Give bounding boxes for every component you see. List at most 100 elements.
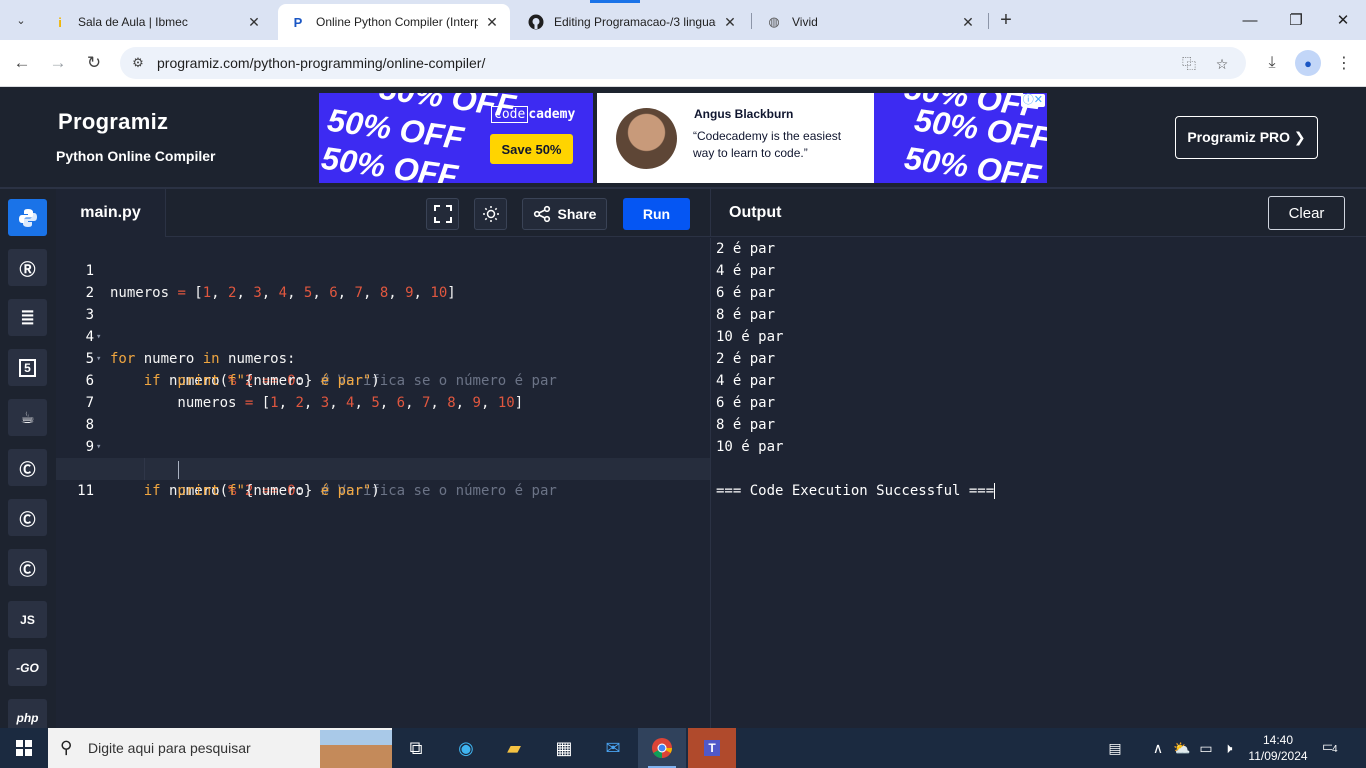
output-console[interactable]: 2 é par 4 é par 6 é par 8 é par 10 é par…	[710, 238, 1366, 728]
code-line-current[interactable]: 11	[56, 458, 710, 499]
output-line: 2 é par	[716, 351, 776, 367]
code-line[interactable]: 4 ▾ if numero % 2 == 0: # Verifica se o …	[56, 304, 710, 389]
mail-icon[interactable]: ✉	[589, 728, 637, 768]
fullscreen-icon[interactable]	[426, 198, 459, 230]
restore-button[interactable]: ❐	[1273, 0, 1319, 40]
testimonial-name: Angus Blackburn	[694, 107, 794, 121]
close-icon[interactable]: ✕	[960, 14, 976, 31]
go-icon[interactable]: -GO	[8, 649, 47, 686]
code-line[interactable]: 2	[56, 260, 710, 301]
code-line[interactable]: 8 ▾ for numero in numeros:	[56, 392, 710, 477]
output-header: Output Clear	[710, 189, 1366, 237]
bookmark-star-icon[interactable]: ☆	[1211, 53, 1233, 75]
url-text[interactable]: programiz.com/python-programming/online-…	[157, 55, 485, 71]
menu-kebab-icon[interactable]: ⋮	[1331, 50, 1357, 76]
theme-toggle-icon[interactable]	[474, 198, 507, 230]
share-icon	[533, 205, 550, 223]
clear-button[interactable]: Clear	[1268, 196, 1345, 230]
taskbar-search[interactable]: ⚲ Digite aqui para pesquisar	[48, 728, 392, 768]
translate-icon[interactable]: ⿻	[1178, 53, 1200, 75]
onedrive-icon[interactable]: ⛅	[1172, 728, 1192, 768]
javascript-icon[interactable]: JS	[8, 601, 47, 638]
c-icon[interactable]: Ⓒ	[8, 449, 47, 486]
r-icon[interactable]: Ⓡ	[8, 249, 47, 286]
download-icon[interactable]: ⤓	[1259, 50, 1285, 76]
code-line[interactable]: 6 numeros = [1, 2, 3, 4, 5, 6, 7, 8, 9, …	[56, 348, 710, 411]
profile-avatar[interactable]: ●	[1295, 50, 1321, 76]
ad-banner-right[interactable]: 50% OFF 50% OFF 50% OFF ⓘ✕	[874, 93, 1047, 183]
search-highlight-image	[320, 730, 392, 768]
code-line[interactable]: 1 numeros = [1, 2, 3, 4, 5, 6, 7, 8, 9, …	[56, 238, 710, 301]
network-icon[interactable]: ▭	[1196, 728, 1216, 768]
tab-sala-de-aula[interactable]: i Sala de Aula | Ibmec ✕	[40, 4, 272, 40]
testimonial-quote: “Codecademy is the easiest way to learn …	[693, 129, 842, 160]
ad-choices-close-icon[interactable]: ⓘ✕	[1020, 94, 1045, 107]
cpp-icon[interactable]: Ⓒ	[8, 499, 47, 536]
close-icon[interactable]: ✕	[246, 14, 262, 31]
output-line: 10 é par	[716, 439, 784, 455]
code-line[interactable]: 3 ▾ for numero in numeros:	[56, 282, 710, 367]
language-sidebar: Ⓡ ≣ 5 ☕ Ⓒ Ⓒ Ⓒ JS -GO php	[0, 189, 56, 736]
run-button[interactable]: Run	[623, 198, 690, 230]
teams-icon[interactable]: T	[688, 728, 736, 768]
code-editor[interactable]: 1 numeros = [1, 2, 3, 4, 5, 6, 7, 8, 9, …	[56, 238, 710, 728]
tab-separator	[751, 13, 752, 29]
java-icon[interactable]: ☕	[8, 399, 47, 436]
site-info-icon[interactable]: ⚙	[128, 53, 148, 73]
ad-save-button[interactable]: Save 50%	[490, 134, 573, 164]
code-line[interactable]: 7	[56, 370, 710, 411]
ibmec-icon: i	[58, 14, 62, 30]
tab-group-indicator	[590, 0, 640, 3]
notification-count: 4	[1332, 744, 1338, 755]
volume-muted-icon[interactable]: 🕨	[1218, 728, 1238, 768]
search-icon: ⚲	[60, 738, 73, 757]
reload-button[interactable]: ↻	[79, 48, 109, 78]
file-explorer-icon[interactable]: ▰	[490, 728, 538, 768]
share-button[interactable]: Share	[522, 198, 607, 230]
programiz-pro-button[interactable]: Programiz PRO ❯	[1175, 116, 1318, 159]
start-button[interactable]	[0, 728, 48, 768]
microsoft-store-icon[interactable]: ▦	[540, 728, 588, 768]
file-tab-main-py[interactable]: main.py	[56, 189, 166, 237]
python-icon[interactable]	[8, 199, 47, 236]
sql-icon[interactable]: ≣	[8, 299, 47, 336]
task-view-icon[interactable]: ⧉	[392, 728, 440, 768]
html5-icon[interactable]: 5	[8, 349, 47, 386]
programiz-logo[interactable]: Programiz	[58, 109, 168, 135]
system-clock[interactable]: 14:40 11/09/2024	[1238, 732, 1318, 764]
back-button[interactable]: ←	[7, 48, 37, 78]
windows-taskbar: ⚲ Digite aqui para pesquisar ⧉ ◉ ▰ ▦ ✉ T…	[0, 728, 1366, 768]
ad-banner-left[interactable]: 50% OFF 50% OFF 50% OFF code cademy Save …	[319, 93, 593, 183]
tab-vivid[interactable]: ◍ Vivid ✕	[754, 4, 986, 40]
output-line: 4 é par	[716, 263, 776, 279]
news-widget-icon[interactable]: ▤	[1098, 728, 1132, 768]
tab-editing-programacao[interactable]: Editing Programacao-/3 linguag ✕	[516, 4, 748, 40]
chrome-icon[interactable]	[638, 728, 686, 768]
tab-title: Vivid	[792, 15, 818, 29]
tab-search-button[interactable]: ⌄	[8, 8, 34, 32]
new-tab-button[interactable]: +	[994, 8, 1018, 32]
code-text: print(f"{numero} é par")	[177, 483, 380, 499]
close-icon[interactable]: ✕	[484, 14, 500, 31]
code-line[interactable]: 10 print(f"{numero} é par")	[56, 436, 710, 499]
indent-guide	[144, 458, 145, 480]
ad-banner-testimonial[interactable]: Angus Blackburn “Codecademy is the easie…	[597, 93, 874, 183]
edge-icon[interactable]: ◉	[442, 728, 490, 768]
csharp-icon[interactable]: Ⓒ	[8, 549, 47, 586]
notification-center-icon[interactable]: ▭ 4	[1322, 738, 1344, 758]
output-line: 6 é par	[716, 285, 776, 301]
minimize-button[interactable]: —	[1227, 0, 1273, 40]
address-bar[interactable]: ⚙ programiz.com/python-programming/onlin…	[120, 47, 1246, 79]
site-header: Programiz Python Online Compiler 50% OFF…	[0, 87, 1366, 189]
text-cursor	[178, 461, 179, 479]
tab-online-python-compiler[interactable]: P Online Python Compiler (Interp ✕	[278, 4, 510, 40]
code-line[interactable]: 9 ▾ if numero % 2 == 0: # Verifica se o …	[56, 414, 710, 499]
close-icon[interactable]: ✕	[722, 14, 738, 31]
code-line[interactable]: 5 print(f"{numero} é par")	[56, 326, 710, 389]
editor-toolbar: main.py Share Run	[56, 189, 710, 237]
windows-logo-icon	[16, 740, 32, 756]
chevron-up-icon[interactable]: ∧	[1148, 728, 1168, 768]
close-window-button[interactable]: ✕	[1320, 0, 1366, 40]
forward-button[interactable]: →	[43, 48, 73, 78]
output-line: 10 é par	[716, 329, 784, 345]
